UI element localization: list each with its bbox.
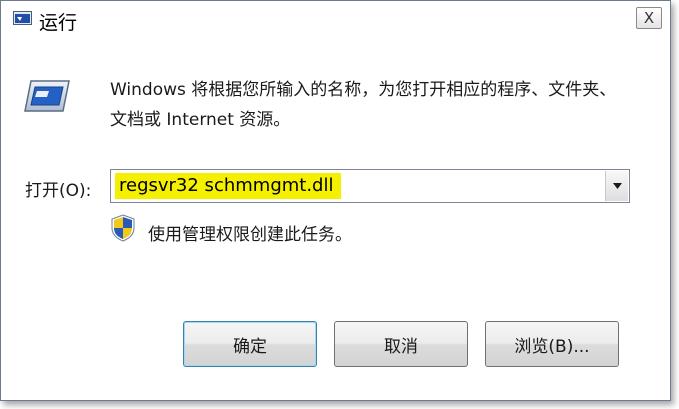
run-program-icon [24, 80, 70, 112]
title-bar[interactable]: 运行 X [1, 1, 670, 39]
dialog-description: Windows 将根据您所输入的名称，为您打开相应的程序、文件夹、文档或 Int… [110, 80, 617, 130]
run-app-icon [13, 11, 32, 25]
ok-button[interactable]: 确定 [183, 321, 317, 367]
open-label: 打开(O): [25, 181, 92, 201]
dropdown-button[interactable] [605, 171, 628, 201]
chevron-down-icon [612, 183, 622, 189]
admin-rights-note: 使用管理权限创建此任务。 [148, 225, 352, 245]
dialog-body: Windows 将根据您所输入的名称，为您打开相应的程序、文件夹、文档或 Int… [9, 39, 662, 392]
window-title: 运行 [39, 12, 78, 34]
uac-shield-icon [111, 214, 135, 242]
command-combobox[interactable]: regsvr32 schmmgmt.dll [110, 169, 630, 203]
close-button[interactable]: X [636, 7, 662, 29]
close-icon: X [643, 8, 655, 27]
browse-button[interactable]: 浏览(B)... [485, 321, 619, 367]
cancel-button[interactable]: 取消 [334, 321, 468, 367]
command-input[interactable]: regsvr32 schmmgmt.dll [115, 173, 342, 199]
run-dialog: 运行 X Windows 将根据您所输入的名称，为您打开相应的程序、文件夹、文档… [0, 0, 671, 401]
